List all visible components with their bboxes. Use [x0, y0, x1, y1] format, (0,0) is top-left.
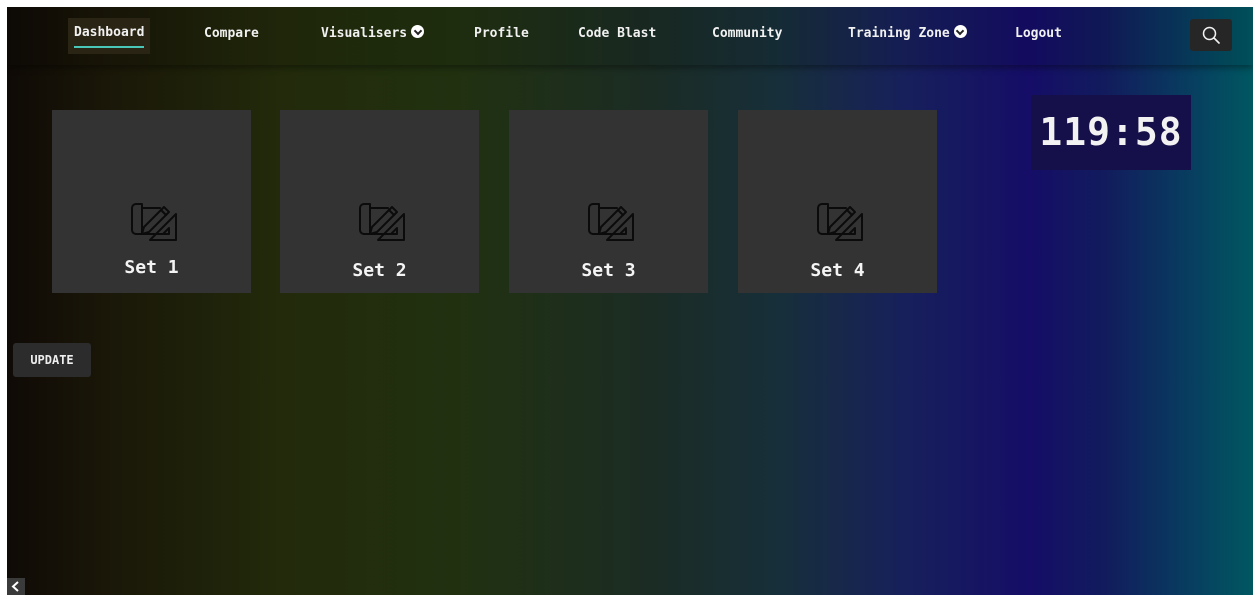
app-frame: Dashboard Compare Visualisers Profile Co…	[7, 7, 1253, 595]
search-icon	[1202, 26, 1220, 44]
nav-visualisers[interactable]: Visualisers	[321, 20, 425, 54]
set-card-label: Set 1	[124, 257, 179, 278]
set-card-4[interactable]: Set 4	[738, 110, 937, 293]
nav-dashboard[interactable]: Dashboard	[68, 18, 151, 54]
blueprint-pencil-icon	[359, 203, 405, 241]
active-underline	[74, 46, 145, 48]
blueprint-pencil-icon	[817, 203, 863, 241]
nav-logout[interactable]: Logout	[1015, 20, 1062, 54]
search-button[interactable]	[1190, 19, 1232, 51]
nav-community[interactable]: Community	[712, 20, 782, 54]
set-card-3[interactable]: Set 3	[509, 110, 708, 293]
set-card-label: Set 3	[581, 260, 636, 281]
nav-code-blast-label: Code Blast	[578, 26, 657, 41]
chevron-down-icon	[411, 25, 425, 38]
sidebar-toggle-button[interactable]	[7, 578, 25, 595]
set-card-1[interactable]: Set 1	[52, 110, 251, 293]
nav-compare[interactable]: Compare	[204, 20, 259, 54]
update-button[interactable]: UPDATE	[13, 343, 91, 377]
nav-compare-label: Compare	[204, 26, 259, 41]
nav-training-zone-label: Training Zone	[848, 26, 950, 41]
blueprint-pencil-icon	[131, 203, 177, 241]
nav-logout-label: Logout	[1015, 26, 1062, 41]
chevron-left-icon	[11, 581, 19, 592]
nav-visualisers-label: Visualisers	[321, 26, 408, 41]
nav-code-blast[interactable]: Code Blast	[578, 20, 656, 54]
top-navbar: Dashboard Compare Visualisers Profile Co…	[7, 7, 1253, 65]
blueprint-pencil-icon	[588, 203, 634, 241]
nav-dashboard-label: Dashboard	[74, 25, 145, 40]
nav-training-zone[interactable]: Training Zone	[848, 20, 967, 54]
set-card-2[interactable]: Set 2	[280, 110, 479, 293]
countdown-timer: 119:58	[1031, 95, 1191, 170]
set-card-label: Set 2	[352, 260, 407, 281]
nav-profile-label: Profile	[474, 26, 529, 41]
nav-profile[interactable]: Profile	[474, 20, 529, 54]
nav-community-label: Community	[712, 26, 783, 41]
chevron-down-icon	[953, 25, 967, 38]
set-card-label: Set 4	[810, 260, 865, 281]
